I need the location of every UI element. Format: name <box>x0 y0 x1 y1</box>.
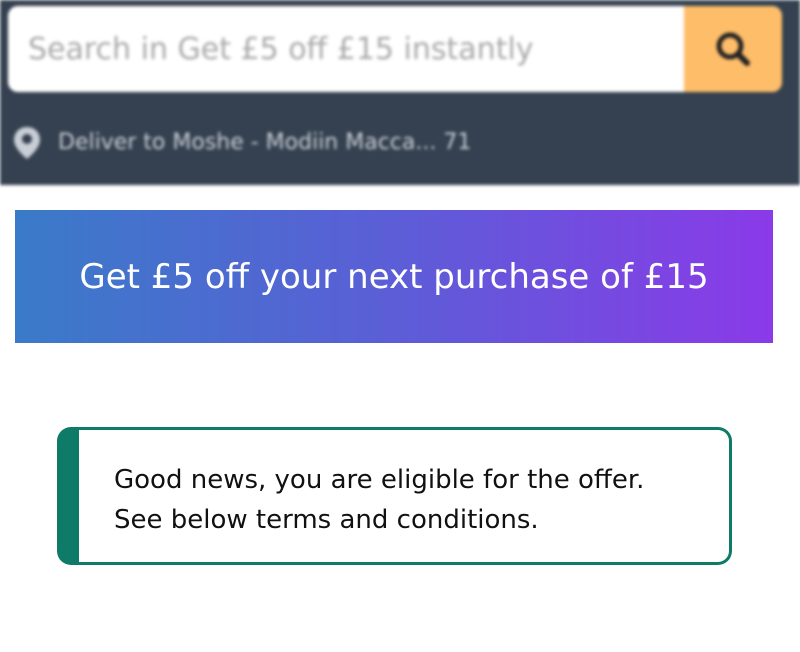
deliver-to-address: Deliver to Moshe - Modiin Macca... 71 <box>58 130 472 155</box>
promo-title: Get £5 off your next purchase of £15 <box>79 256 709 297</box>
promo-banner: Get £5 off your next purchase of £15 <box>15 210 773 343</box>
search-button[interactable] <box>684 6 782 92</box>
alert-message-line-1: Good news, you are eligible for the offe… <box>114 465 645 495</box>
deliver-to-bar[interactable]: Deliver to Moshe - Modiin Macca... 71 <box>0 100 800 185</box>
magnifier-icon <box>716 32 750 66</box>
location-pin-icon <box>14 127 40 159</box>
search-bar <box>8 6 782 92</box>
alert-message-line-2: See below terms and conditions. <box>114 505 539 535</box>
search-input[interactable] <box>8 6 684 92</box>
header: Deliver to Moshe - Modiin Macca... 71 <box>0 0 800 185</box>
eligibility-alert: Good news, you are eligible for the offe… <box>57 427 732 565</box>
